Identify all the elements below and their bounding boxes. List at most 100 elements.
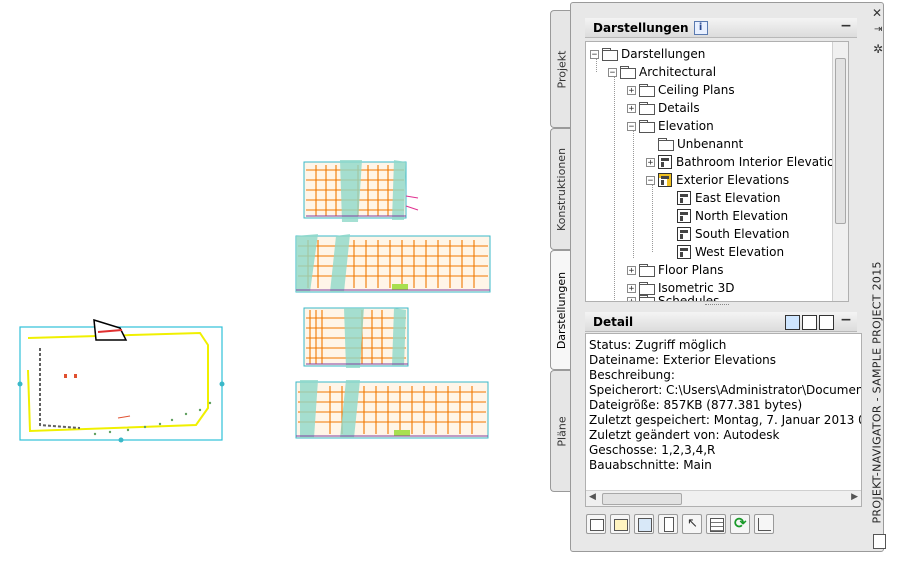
expand-toggle[interactable]: + <box>627 103 636 113</box>
collapse-detail-button[interactable]: − <box>839 313 853 329</box>
palette-properties-icon[interactable] <box>873 534 886 549</box>
tree-node-label: South Elevation <box>695 227 790 241</box>
new-detail-view-icon <box>614 519 628 531</box>
detail-panel-header: Detail − <box>585 312 857 332</box>
tree-node-elevation[interactable]: − Elevation <box>627 117 714 135</box>
detail-info-box: Status: Zugriff möglich Dateiname: Exter… <box>585 333 862 507</box>
tree-node-label: Floor Plans <box>658 263 724 277</box>
tree-node-label: Elevation <box>658 119 714 133</box>
tree-node-label: North Elevation <box>695 209 789 223</box>
folder-open-icon <box>602 48 618 61</box>
tree-node-ceiling-plans[interactable]: + Ceiling Plans <box>627 81 735 99</box>
tree-node-label: West Elevation <box>695 245 785 259</box>
elevation-view-icon <box>677 191 691 205</box>
project-navigator-palette: Projekt Konstruktionen Darstellungen Plä… <box>550 2 900 558</box>
tree-node-label: East Elevation <box>695 191 781 205</box>
preview-icon[interactable] <box>785 315 800 330</box>
expand-toggle[interactable]: + <box>627 296 636 301</box>
palette-title-bar: PROJEKT-NAVIGATOR - SAMPLE PROJECT 2015 <box>862 242 892 532</box>
collapse-views-button[interactable]: − <box>839 19 853 35</box>
refresh-button[interactable]: ⟳ <box>730 514 750 534</box>
drawing-canvas[interactable] <box>0 0 548 563</box>
tree-vertical-scrollbar[interactable] <box>832 42 848 301</box>
new-view-icon <box>590 519 604 531</box>
tab-darstellungen-label: Darstellungen <box>555 271 569 349</box>
detail-last-saved: Zuletzt gespeichert: Montag, 7. Januar 2… <box>589 413 861 427</box>
elevation-drawing-2 <box>295 234 491 293</box>
tree-node-north-elevation[interactable]: North Elevation <box>677 207 788 225</box>
select-tool-button[interactable]: ↖ <box>682 514 702 534</box>
tree-node-architectural[interactable]: − Architectural <box>608 63 716 81</box>
autohide-icon[interactable]: ⇥ <box>874 24 882 35</box>
collapse-toggle[interactable]: − <box>646 175 655 185</box>
tree-node-label: Bathroom Interior Elevations <box>676 155 849 169</box>
detail-horizontal-scrollbar[interactable]: ◀ ▶ <box>586 490 861 506</box>
tree-node-details[interactable]: + Details <box>627 99 700 117</box>
zoom-preview-icon[interactable] <box>819 315 834 330</box>
views-tree[interactable]: − Darstellungen − Architectural + Ceilin… <box>585 41 849 302</box>
tree-node-unbenannt[interactable]: Unbenannt <box>658 135 743 153</box>
palette-settings-icon[interactable]: ✲ <box>873 42 883 56</box>
clipboard-icon <box>664 517 674 532</box>
folder-icon <box>639 264 655 277</box>
tab-projekt-label: Projekt <box>555 50 569 88</box>
drawing-svg <box>17 160 491 443</box>
detail-location: Speicherort: C:\Users\Administrator\Docu… <box>589 383 862 397</box>
info-icon[interactable]: i <box>693 20 708 35</box>
expand-toggle[interactable]: + <box>627 265 636 275</box>
properties-button[interactable] <box>706 514 726 534</box>
tree-node-west-elevation[interactable]: West Elevation <box>677 243 784 261</box>
elevation-drawing-1 <box>303 160 419 222</box>
tree-node-label: Schedules <box>658 294 720 302</box>
tree-node-label: Exterior Elevations <box>676 173 790 187</box>
view-drawing-icon <box>658 155 672 169</box>
clipboard-button[interactable] <box>658 514 678 534</box>
elevation-view-icon <box>677 245 691 259</box>
cursor-icon: ↖ <box>687 516 698 531</box>
tree-node-bathroom-interior-elevations[interactable]: + Bathroom Interior Elevations <box>646 153 848 171</box>
folder-open-icon <box>639 120 655 133</box>
detail-filename: Dateiname: Exterior Elevations <box>589 353 777 367</box>
detail-scroll-thumb[interactable] <box>602 493 682 505</box>
collapse-toggle[interactable]: − <box>627 121 636 131</box>
tree-node-south-elevation[interactable]: South Elevation <box>677 225 789 243</box>
panel-splitter[interactable] <box>705 304 729 308</box>
detail-description: Beschreibung: <box>589 368 675 382</box>
new-section-view-icon <box>638 518 652 532</box>
tree-node-floor-plans[interactable]: + Floor Plans <box>627 261 723 279</box>
regenerate-button[interactable] <box>754 514 774 534</box>
collapse-toggle[interactable]: − <box>608 67 617 77</box>
tree-node-schedules[interactable]: + Schedules <box>627 292 720 302</box>
expand-toggle[interactable]: + <box>627 85 636 95</box>
hierarchy-icon <box>758 518 771 531</box>
new-detail-view-button[interactable] <box>610 514 630 534</box>
new-section-view-button[interactable] <box>634 514 654 534</box>
table-icon <box>710 518 724 532</box>
detail-divisions: Bauabschnitte: Main <box>589 458 712 472</box>
close-icon[interactable]: ✕ <box>872 6 882 20</box>
detail-filesize: Dateigröße: 857KB (877.381 bytes) <box>589 398 803 412</box>
detail-levels: Geschosse: 1,2,3,4,R <box>589 443 716 457</box>
tree-node-exterior-elevations[interactable]: − Exterior Elevations <box>646 171 789 189</box>
folder-icon <box>639 84 655 97</box>
refresh-icon: ⟳ <box>734 514 747 532</box>
palette-vertical-title: PROJEKT-NAVIGATOR - SAMPLE PROJECT 2015 <box>870 261 884 524</box>
scroll-right-icon[interactable]: ▶ <box>851 492 858 502</box>
folder-icon <box>658 138 674 151</box>
floor-plan-drawing <box>17 318 225 443</box>
tree-scroll-thumb[interactable] <box>835 58 846 224</box>
scroll-left-icon[interactable]: ◀ <box>589 492 596 502</box>
tab-konstruktionen-label: Konstruktionen <box>555 147 569 231</box>
tree-node-darstellungen[interactable]: − Darstellungen <box>590 45 705 63</box>
folder-icon <box>639 102 655 115</box>
new-view-button[interactable] <box>586 514 606 534</box>
view-drawing-locked-icon <box>658 173 672 187</box>
expand-toggle[interactable]: + <box>646 157 655 167</box>
tab-plaene-label: Pläne <box>555 415 569 447</box>
elevation-drawing-4 <box>295 380 489 439</box>
detail-view-icon[interactable] <box>802 315 817 330</box>
collapse-toggle[interactable]: − <box>590 49 599 59</box>
views-panel-title: Darstellungen <box>593 20 689 35</box>
tree-node-east-elevation[interactable]: East Elevation <box>677 189 780 207</box>
tree-node-label: Architectural <box>639 65 717 79</box>
